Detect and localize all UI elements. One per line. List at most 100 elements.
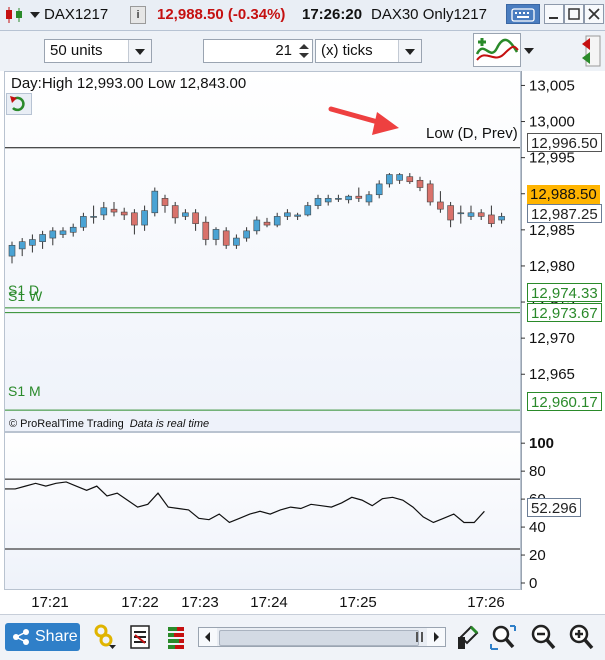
price-axis[interactable]: 13,00513,00012,99512,99012,98512,98012,9… <box>521 71 605 432</box>
tag-s1-d: 12,974.33 <box>527 283 602 302</box>
candle <box>355 187 363 202</box>
horizontal-scrollbar[interactable] <box>198 627 446 647</box>
price-tick-label: 12,965 <box>529 366 575 383</box>
oscillator-panel[interactable] <box>4 432 521 590</box>
candle <box>447 201 454 228</box>
time-label: 17:26:20 <box>302 6 363 23</box>
candle <box>437 191 444 213</box>
candle-body <box>59 230 67 235</box>
indicators-icon <box>475 38 519 61</box>
keyboard-icon[interactable] <box>506 4 540 24</box>
candle-body <box>90 216 97 218</box>
indicators-menu-caret-icon[interactable] <box>524 48 534 54</box>
candle-body <box>192 212 199 224</box>
candle <box>161 194 169 213</box>
time-tick: 17:21 <box>31 594 69 611</box>
candle <box>182 209 189 221</box>
pause-icon[interactable] <box>415 631 425 643</box>
oscillator-tick-label: 0 <box>529 575 537 590</box>
candle <box>386 173 393 188</box>
order-tool-icon[interactable] <box>578 34 602 68</box>
candle-body <box>263 221 271 226</box>
chevron-left-icon <box>205 632 210 642</box>
candle-body <box>426 183 434 203</box>
candle-body <box>80 216 87 228</box>
scroll-left-button[interactable] <box>199 628 217 646</box>
menu-caret-icon[interactable] <box>30 12 40 18</box>
oscillator-chart[interactable] <box>5 433 521 590</box>
candle-body <box>457 212 465 215</box>
candle <box>39 230 46 249</box>
candle-body <box>386 174 393 185</box>
minimize-button[interactable] <box>544 4 564 24</box>
candle-body <box>110 208 118 213</box>
low-d-prev-label: Low (D, Prev) <box>426 125 518 142</box>
refresh-icon[interactable] <box>6 93 32 115</box>
candle <box>396 173 403 184</box>
candle <box>263 217 271 228</box>
scroll-thumb[interactable] <box>219 630 419 646</box>
candle <box>314 194 322 210</box>
instrument-label: DAX30 Only1217 <box>371 6 487 23</box>
watermark-status: Data is real time <box>129 418 210 430</box>
toolbar: 50 units 21 (x) ticks <box>0 31 605 71</box>
tag-oscillator-value: 52.296 <box>527 498 581 517</box>
candle <box>426 180 434 206</box>
candle-body <box>304 205 312 216</box>
ticks-count-input[interactable]: 21 <box>203 39 313 63</box>
indicators-button[interactable] <box>473 33 521 67</box>
level-label-s1-w: S1 W <box>8 288 43 304</box>
level-label-s1-m: S1 M <box>8 383 41 399</box>
oscillator-tick-label: 80 <box>529 463 546 480</box>
spin-arrows-icon[interactable] <box>298 43 310 59</box>
time-tick: 17:24 <box>250 594 288 611</box>
price-chart-panel[interactable]: Day:High 12,993.00 Low 12,843.00 Low (D,… <box>4 71 521 432</box>
candle <box>18 238 26 257</box>
units-select[interactable]: 50 units <box>44 39 152 63</box>
zoom-out-icon[interactable] <box>530 623 556 651</box>
symbol-label[interactable]: DAX1217 <box>44 6 108 23</box>
info-icon[interactable]: i <box>130 6 146 24</box>
share-icon <box>13 629 29 645</box>
chevron-down-icon[interactable] <box>128 40 151 62</box>
zoom-fit-icon[interactable] <box>490 623 516 651</box>
candle <box>110 201 118 217</box>
zoom-in-icon[interactable] <box>568 623 594 651</box>
candle <box>29 234 36 253</box>
ticks-count-value: 21 <box>275 42 292 59</box>
candle-body <box>488 214 495 224</box>
tag-bid-price: 12,987.25 <box>527 204 602 223</box>
candle-body <box>100 207 108 216</box>
candlestick-chart-icon <box>6 7 22 23</box>
order-book-icon[interactable] <box>164 623 190 651</box>
time-tick: 17:25 <box>339 594 377 611</box>
candle-body <box>253 219 261 232</box>
candle-body <box>141 210 148 226</box>
candle <box>131 209 138 235</box>
time-axis[interactable]: 17:21 17:22 17:23 17:24 17:25 17:26 <box>4 590 521 614</box>
drawing-tools-icon[interactable] <box>455 623 481 651</box>
share-button[interactable]: Share <box>5 623 80 651</box>
ticks-unit-select[interactable]: (x) ticks <box>315 39 422 63</box>
candle <box>477 209 485 221</box>
price-tick-label: 12,980 <box>529 258 575 275</box>
candle <box>233 234 240 249</box>
candle <box>59 227 67 239</box>
chevron-down-icon[interactable] <box>398 40 421 62</box>
candle <box>406 173 414 184</box>
link-chain-icon[interactable] <box>92 623 118 651</box>
scroll-right-button[interactable] <box>427 628 445 646</box>
price-tick-label: 13,005 <box>529 77 575 94</box>
share-button-label: Share <box>35 628 78 645</box>
candle <box>202 216 210 246</box>
candle-body <box>273 216 281 226</box>
orders-list-icon[interactable] <box>128 623 154 651</box>
candle-body <box>396 174 403 181</box>
candle-body <box>39 234 46 242</box>
close-button[interactable] <box>584 4 604 24</box>
price-tick-label: 13,000 <box>529 114 575 131</box>
candle-body <box>284 212 291 217</box>
candle <box>69 223 77 237</box>
maximize-button[interactable] <box>564 4 584 24</box>
candle <box>253 216 261 235</box>
